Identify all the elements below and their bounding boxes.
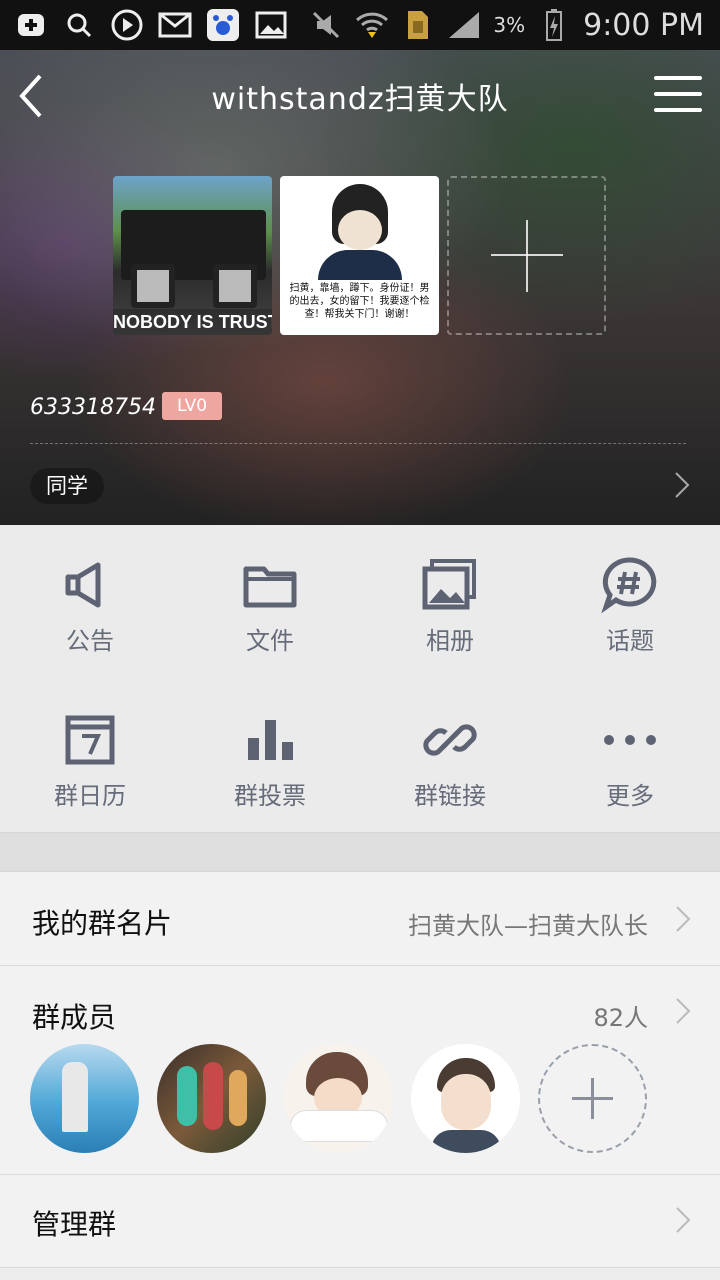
plus-icon (591, 1078, 594, 1119)
group-tag[interactable]: 同学 (30, 468, 104, 504)
mute-icon (309, 8, 343, 42)
chevron-right-icon (674, 1205, 692, 1235)
row-label: 群成员 (32, 1001, 117, 1034)
grid-item-album[interactable]: 相册 (360, 525, 540, 675)
grid-label: 群链接 (414, 782, 486, 810)
sim-card-icon (401, 8, 435, 42)
menu-line (654, 92, 702, 96)
member-avatars (30, 1044, 647, 1153)
more-dots-icon (604, 735, 656, 745)
grid-label: 文件 (246, 627, 294, 655)
grid-item-calendar[interactable]: 群日历 (0, 680, 180, 830)
dashed-divider (30, 443, 686, 444)
play-notification-icon (110, 8, 144, 42)
mail-notification-icon (158, 8, 192, 42)
add-photo-button[interactable] (447, 176, 606, 335)
meme-uniform (318, 250, 402, 280)
battery-percent: 3% (493, 13, 526, 37)
chevron-right-icon (674, 996, 692, 1026)
divider (0, 1267, 720, 1268)
avatar-pillow (290, 1110, 388, 1142)
avatar-figure (177, 1066, 197, 1126)
grid-label: 群投票 (234, 782, 306, 810)
wifi-icon (355, 8, 389, 42)
row-label: 管理群 (32, 1208, 117, 1241)
poll-bars-icon (248, 720, 293, 760)
grid-label: 相册 (426, 627, 474, 655)
manage-group-row[interactable]: 管理群 (0, 1175, 720, 1267)
avatar-figure (62, 1062, 88, 1132)
grid-item-link[interactable]: 群链接 (360, 680, 540, 830)
menu-line (654, 108, 702, 112)
photo-caption: NOBODY IS TRUST (113, 309, 272, 335)
grid-item-topic[interactable]: 话题 (540, 525, 720, 675)
grid-label: 话题 (606, 627, 654, 655)
grid-item-poll[interactable]: 群投票 (180, 680, 360, 830)
car-wheel (213, 264, 257, 308)
back-button[interactable] (14, 70, 54, 122)
baidu-notification-icon (206, 8, 240, 42)
member-count: 82人 (593, 1004, 648, 1032)
meme-caption: 扫黄，靠墙，蹲下。身份证！男的出去，女的留下！我要逐个检查！帮我关下门！谢谢！ (289, 283, 430, 320)
nav-bar: withstandz扫黄大队 (0, 50, 720, 142)
member-avatar[interactable] (30, 1044, 139, 1153)
grid-label: 群日历 (54, 782, 126, 810)
group-id: 633318754 (30, 395, 156, 420)
grid-label: 更多 (606, 782, 654, 810)
megaphone-icon (65, 562, 101, 608)
folder-icon (243, 566, 297, 608)
section-spacer (0, 832, 720, 872)
image-notification-icon (254, 8, 288, 42)
back-arrow-icon (19, 74, 42, 118)
menu-button[interactable] (654, 76, 702, 116)
group-photo-meme[interactable]: 扫黄，靠墙，蹲下。身份证！男的出去，女的留下！我要逐个检查！帮我关下门！谢谢！ (280, 176, 439, 335)
link-icon (423, 724, 477, 756)
my-group-card-row[interactable]: 我的群名片 扫黄大队—扫黄大队长 (0, 872, 720, 965)
menu-line (654, 76, 702, 80)
level-badge: LV0 (162, 392, 222, 420)
album-icon (422, 559, 476, 610)
row-label: 我的群名片 (32, 907, 173, 940)
group-photos: NOBODY IS TRUST 扫黄，靠墙，蹲下。身份证！男的出去，女的留下！我… (113, 176, 606, 335)
group-photo-police[interactable]: NOBODY IS TRUST (113, 176, 272, 335)
battery-charging-icon (537, 8, 571, 42)
member-avatar[interactable] (284, 1044, 393, 1153)
status-bar: 3% 9:00 PM (0, 0, 720, 50)
avatar-figure (203, 1062, 223, 1130)
page-title: withstandz扫黄大队 (211, 82, 509, 117)
meme-face (338, 210, 382, 250)
add-notification-icon (14, 8, 48, 42)
search-notification-icon (62, 8, 96, 42)
clock: 9:00 PM (583, 7, 704, 43)
topic-hashtag-icon (601, 557, 657, 614)
member-avatar[interactable] (157, 1044, 266, 1153)
group-card-value: 扫黄大队—扫黄大队长 (408, 912, 648, 940)
grid-item-announcement[interactable]: 公告 (0, 525, 180, 675)
grid-item-more[interactable]: 更多 (540, 680, 720, 830)
grid-item-files[interactable]: 文件 (180, 525, 360, 675)
feature-grid: 公告 文件 相册 话题 群日历 群投票 群链接 更多 (0, 525, 720, 832)
avatar-shirt (431, 1130, 501, 1153)
avatar-figure (229, 1070, 247, 1126)
avatar-face (441, 1074, 491, 1130)
grid-label: 公告 (66, 627, 114, 655)
calendar-icon (65, 715, 115, 765)
chevron-right-icon (674, 904, 692, 934)
plus-icon (526, 220, 528, 292)
group-header: withstandz扫黄大队 NOBODY IS TRUST 扫黄，靠墙，蹲下。… (0, 50, 720, 525)
member-avatar[interactable] (411, 1044, 520, 1153)
car-wheel (131, 264, 175, 308)
add-member-button[interactable] (538, 1044, 647, 1153)
signal-icon (447, 8, 481, 42)
chevron-right-icon[interactable] (672, 470, 692, 500)
